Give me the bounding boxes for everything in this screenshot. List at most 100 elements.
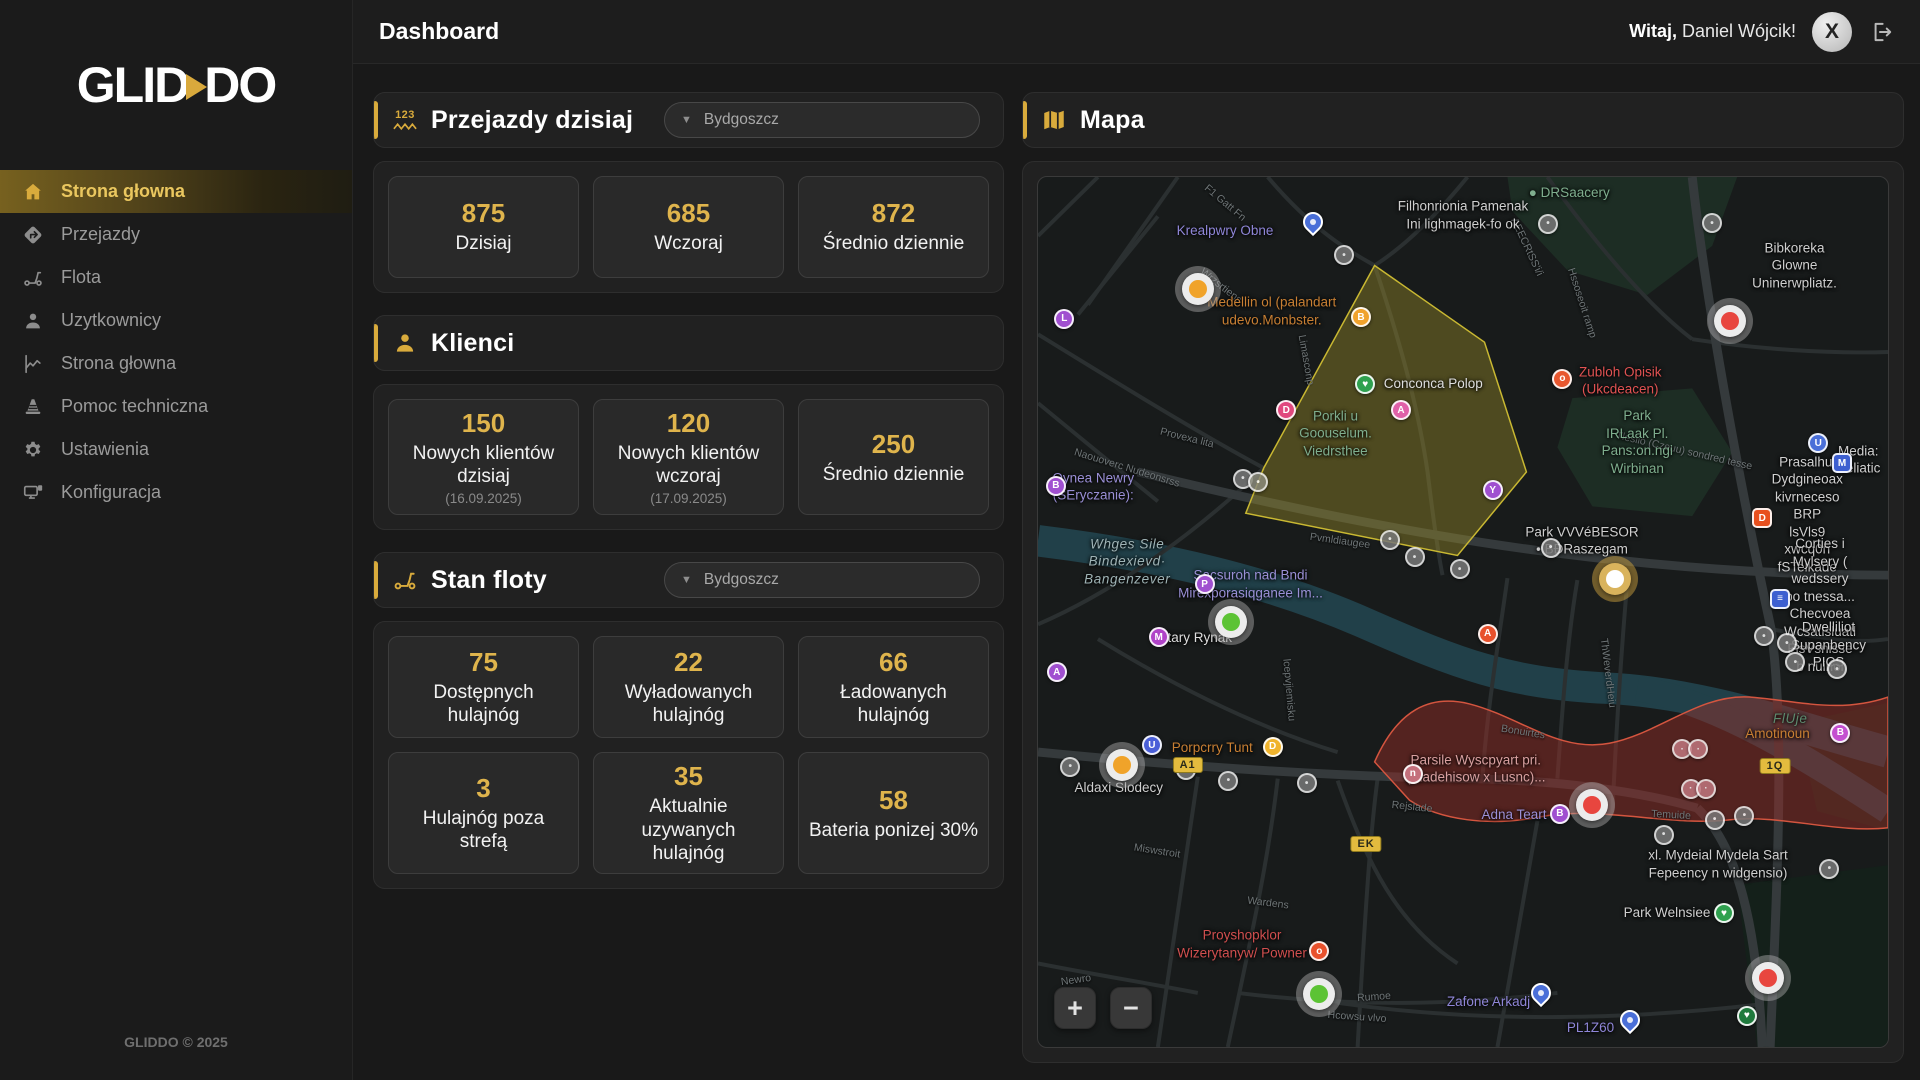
map-poi-marker[interactable]: • xyxy=(1450,559,1470,579)
sidebar-item-icon xyxy=(22,353,44,375)
map-poi-marker[interactable]: A xyxy=(1047,662,1067,682)
stat-card: 685 Wczoraj xyxy=(593,176,784,278)
gold-accent-bar xyxy=(1023,101,1027,139)
zoom-in-button[interactable]: + xyxy=(1054,987,1096,1029)
sidebar-nav: Strona głowna Przejazdy Flota Uzytkownic… xyxy=(0,170,352,514)
stat-value: 875 xyxy=(462,198,505,229)
fleet-scooter-icon xyxy=(392,567,418,593)
sidebar-item[interactable]: Flota xyxy=(0,256,352,299)
stat-sublabel: (16.09.2025) xyxy=(445,491,522,506)
map-poi-marker[interactable]: A xyxy=(1478,624,1498,644)
dropdown-caret-icon: ▼ xyxy=(681,114,692,126)
map-poi-marker[interactable]: • xyxy=(1734,806,1754,826)
stat-card: 3 Hulajnóg poza strefą xyxy=(388,752,579,874)
stat-card: 120 Nowych klientów wczoraj (17.09.2025) xyxy=(593,399,784,515)
sidebar-item-label: Ustawienia xyxy=(61,439,149,460)
stat-card: 22 Wyładowanych hulajnóg xyxy=(593,636,784,738)
map-road-shield: A1 xyxy=(1173,757,1203,773)
stat-value: 685 xyxy=(667,198,710,229)
fleet-city-dropdown[interactable]: ▼ Bydgoszcz xyxy=(664,562,980,598)
map-cluster-marker[interactable] xyxy=(1569,782,1615,828)
map-poi-marker[interactable]: D xyxy=(1263,737,1283,757)
sidebar: GLID DO Strona głowna Przejazdy Flota Uzy… xyxy=(0,0,353,1080)
sidebar-item[interactable]: Uzytkownicy xyxy=(0,299,352,342)
map-cluster-marker[interactable] xyxy=(1099,742,1145,788)
logout-icon[interactable] xyxy=(1868,19,1894,45)
map-poi-marker[interactable]: M xyxy=(1149,627,1169,647)
sidebar-item-icon xyxy=(22,482,44,504)
stat-label: Nowych klientów wczoraj xyxy=(604,442,773,488)
rides-city-dropdown[interactable]: ▼ Bydgoszcz xyxy=(664,102,980,138)
map-poi-marker[interactable]: M xyxy=(1832,453,1852,473)
stat-label: Nowych klientów dzisiaj xyxy=(399,442,568,488)
sidebar-item-icon xyxy=(22,396,44,418)
page-title: Dashboard xyxy=(379,18,499,45)
map-cluster-marker[interactable] xyxy=(1707,298,1753,344)
stat-label: Dostępnych hulajnóg xyxy=(399,681,568,727)
stat-label: Dzisiaj xyxy=(456,232,512,255)
map-poi-marker[interactable]: ♥ xyxy=(1737,1006,1757,1026)
map-poi-marker[interactable]: Y xyxy=(1483,480,1503,500)
map-poi-marker[interactable]: D xyxy=(1752,508,1772,528)
map-column: Mapa xyxy=(1022,92,1904,1063)
map-poi-marker[interactable]: • xyxy=(1405,547,1425,567)
map-poi-marker[interactable]: ♥ xyxy=(1714,903,1734,923)
sidebar-item-label: Strona głowna xyxy=(61,181,185,202)
sidebar-item[interactable]: Pomoc techniczna xyxy=(0,385,352,428)
map-panel: Pvmldiaugee Rejslade Temuide Rumoe Newro… xyxy=(1022,161,1904,1063)
map-poi-marker[interactable]: • xyxy=(1538,214,1558,234)
main-content: 123 Przejazdy dzisiaj ▼ Bydgoszcz 875 Dz… xyxy=(353,65,1920,1080)
map-poi-marker[interactable]: • xyxy=(1705,810,1725,830)
map-poi-marker[interactable]: A xyxy=(1391,400,1411,420)
logo-text-left: GLID xyxy=(77,56,188,114)
clients-section-header: Klienci xyxy=(373,315,1004,371)
stat-value: 75 xyxy=(469,647,498,678)
sidebar-item-label: Konfiguracja xyxy=(61,482,161,503)
zoom-out-button[interactable]: − xyxy=(1110,987,1152,1029)
sidebar-item[interactable]: Strona głowna xyxy=(0,342,352,385)
map-poi-marker[interactable]: • xyxy=(1297,773,1317,793)
map-canvas[interactable]: Pvmldiaugee Rejslade Temuide Rumoe Newro… xyxy=(1037,176,1889,1048)
stat-card: 35 Aktualnie uzywanych hulajnóg xyxy=(593,752,784,874)
stats-column: 123 Przejazdy dzisiaj ▼ Bydgoszcz 875 Dz… xyxy=(373,92,1004,1063)
map-poi-marker[interactable]: B xyxy=(1550,804,1570,824)
clients-stats-panel: 150 Nowych klientów dzisiaj (16.09.2025)… xyxy=(373,384,1004,530)
map-poi-marker[interactable]: B xyxy=(1351,307,1371,327)
map-poi-marker[interactable]: • xyxy=(1654,825,1674,845)
rides-section-title: Przejazdy dzisiaj xyxy=(431,106,633,135)
sidebar-item-icon xyxy=(22,224,44,246)
stat-label: Średnio dziennie xyxy=(823,232,965,255)
map-poi-marker[interactable]: • xyxy=(1380,530,1400,550)
user-avatar[interactable]: X xyxy=(1812,12,1852,52)
stat-card: 75 Dostępnych hulajnóg xyxy=(388,636,579,738)
map-poi-marker[interactable]: n xyxy=(1403,764,1423,784)
map-section-header: Mapa xyxy=(1022,92,1904,148)
stat-label: Ładowanych hulajnóg xyxy=(809,681,978,727)
sidebar-item-icon xyxy=(22,181,44,203)
stat-value: 58 xyxy=(879,785,908,816)
sidebar-item[interactable]: Ustawienia xyxy=(0,428,352,471)
map-poi-marker[interactable]: P xyxy=(1195,574,1215,594)
fleet-section-header: Stan floty ▼ Bydgoszcz xyxy=(373,552,1004,608)
gliddo-logo: GLID DO xyxy=(0,0,352,170)
sidebar-item[interactable]: Strona głowna xyxy=(0,170,352,213)
map-poi-marker[interactable]: • xyxy=(1819,859,1839,879)
map-poi-marker[interactable]: · xyxy=(1696,779,1716,799)
sidebar-item[interactable]: Przejazdy xyxy=(0,213,352,256)
sidebar-item[interactable]: Konfiguracja xyxy=(0,471,352,514)
map-cluster-marker[interactable] xyxy=(1296,971,1342,1017)
gold-accent-bar xyxy=(374,561,378,599)
map-poi-marker[interactable]: U xyxy=(1142,735,1162,755)
map-poi-marker[interactable]: • xyxy=(1541,538,1561,558)
sidebar-item-label: Flota xyxy=(61,267,101,288)
map-cluster-marker[interactable] xyxy=(1175,266,1221,312)
map-poi-marker[interactable]: B xyxy=(1046,476,1066,496)
sidebar-item-label: Przejazdy xyxy=(61,224,140,245)
map-cluster-marker[interactable] xyxy=(1592,556,1638,602)
logo-text-right: DO xyxy=(204,56,275,114)
map-cluster-marker[interactable] xyxy=(1208,599,1254,645)
map-poi-marker[interactable]: ≡ xyxy=(1770,589,1790,609)
map-geography xyxy=(1038,177,1888,1047)
map-road-shield: 1Q xyxy=(1760,758,1791,774)
stat-value: 120 xyxy=(667,408,710,439)
